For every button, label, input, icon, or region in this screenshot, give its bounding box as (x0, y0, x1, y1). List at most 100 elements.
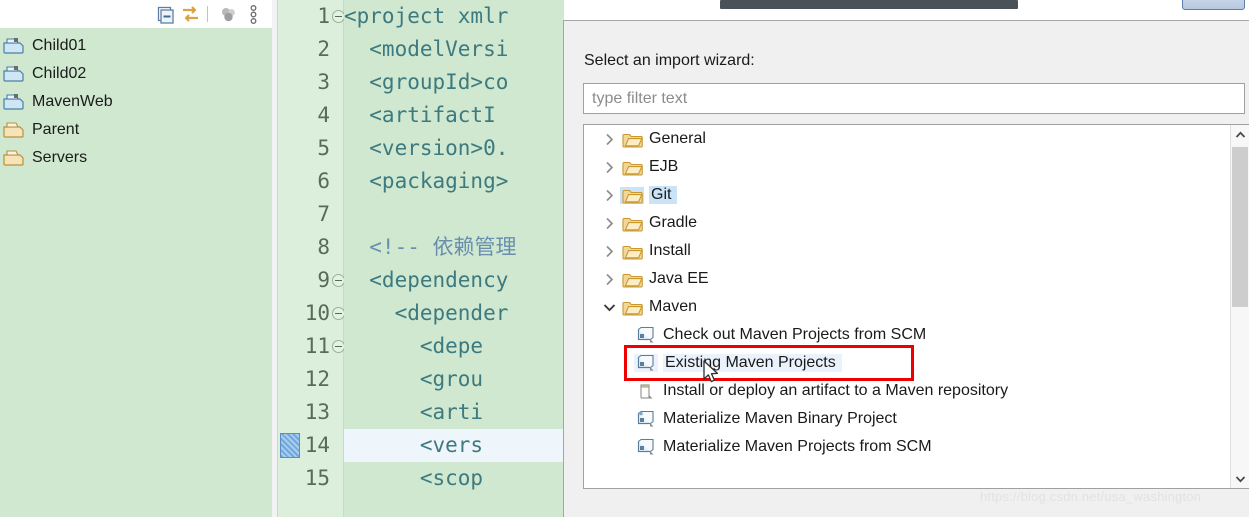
chevron-right-icon[interactable] (598, 217, 620, 230)
wizard-tree-item[interactable]: Existing Maven Projects (584, 349, 1230, 377)
wizard-tree-panel[interactable]: General EJB Git Gradle Install Java EE Maven Ch… (583, 124, 1249, 489)
code-line[interactable]: <groupId>co (344, 66, 564, 99)
project-label: Child02 (32, 65, 87, 82)
wizard-tree-item[interactable]: Materialize Maven Projects from SCM (584, 433, 1230, 461)
filter-icon[interactable] (217, 3, 239, 25)
gutter-row[interactable]: 5 (278, 132, 343, 165)
pom-xml-editor[interactable]: 1 2 3 4 5 6 7 8 9 10 11 12 13 14 15 <project xmlr <mod… (272, 0, 564, 517)
view-menu-icon[interactable] (242, 3, 264, 25)
wizard-tree-item-label: Install (649, 242, 691, 259)
dialog-top-button[interactable] (1182, 0, 1245, 10)
wizard-tree[interactable]: General EJB Git Gradle Install Java EE Maven Ch… (584, 125, 1230, 488)
gutter-row[interactable]: 15 (278, 462, 343, 495)
wizard-tree-item[interactable]: Java EE (584, 265, 1230, 293)
toolbar-separator (207, 6, 208, 22)
wizard-tree-item[interactable]: Git (584, 181, 1230, 209)
wizard-tree-item[interactable]: Check out Maven Projects from SCM (584, 321, 1230, 349)
maven-binary-icon (634, 410, 658, 428)
line-number: 9 (317, 268, 330, 292)
line-number: 13 (304, 400, 330, 424)
gutter-row[interactable]: 14 (278, 429, 343, 462)
line-number: 10 (304, 301, 330, 325)
code-line[interactable]: <project xmlr (344, 0, 564, 33)
code-line[interactable]: <depe (344, 330, 564, 363)
code-line[interactable]: <scop (344, 462, 564, 495)
code-line[interactable]: <depender (344, 297, 564, 330)
code-text: <!-- 依赖管理 (344, 235, 517, 259)
wizard-tree-item[interactable]: Install or deploy an artifact to a Maven… (584, 377, 1230, 405)
line-number: 7 (317, 202, 330, 226)
maven-project-icon (2, 64, 26, 84)
code-line[interactable]: <arti (344, 396, 564, 429)
chevron-right-icon[interactable] (598, 161, 620, 174)
gutter-row[interactable]: 2 (278, 33, 343, 66)
line-number: 1 (317, 4, 330, 28)
gutter-row[interactable]: 11 (278, 330, 345, 363)
code-text: <scop (344, 466, 484, 490)
wizard-tree-item[interactable]: Gradle (584, 209, 1230, 237)
chevron-right-icon[interactable] (598, 273, 620, 286)
code-line[interactable]: <artifactI (344, 99, 564, 132)
project-item-parent[interactable]: Parent (0, 116, 272, 144)
gutter-row[interactable]: 3 (278, 66, 343, 99)
code-line[interactable]: <packaging> (344, 165, 564, 198)
wizard-tree-item-label: Materialize Maven Projects from SCM (663, 438, 932, 455)
editor-code-area[interactable]: <project xmlr <modelVersi <groupId>co <a… (344, 0, 564, 517)
scrollbar-thumb[interactable] (1232, 147, 1248, 307)
gutter-row[interactable]: 1 (278, 0, 345, 33)
link-with-editor-icon[interactable] (179, 3, 201, 25)
scroll-down-arrow[interactable] (1231, 469, 1249, 488)
editor-gutter[interactable]: 1 2 3 4 5 6 7 8 9 10 11 12 13 14 15 (278, 0, 345, 517)
collapse-all-icon[interactable] (154, 3, 176, 25)
wizard-tree-item-label: Check out Maven Projects from SCM (663, 326, 927, 343)
line-number: 5 (317, 136, 330, 160)
folder-project-icon (2, 148, 26, 168)
line-number: 2 (317, 37, 330, 61)
code-line[interactable]: <vers (344, 429, 564, 462)
gutter-row[interactable]: 8 (278, 231, 343, 264)
wizard-tree-item[interactable]: General (584, 125, 1230, 153)
project-item-mavenweb[interactable]: MavenWeb (0, 88, 272, 116)
line-number: 6 (317, 169, 330, 193)
wizard-tree-item-label: Existing Maven Projects (663, 354, 842, 372)
wizard-tree-item[interactable]: Maven (584, 293, 1230, 321)
scroll-up-arrow[interactable] (1231, 125, 1249, 144)
code-line[interactable] (344, 198, 564, 231)
wizard-tree-item[interactable]: EJB (584, 153, 1230, 181)
code-line[interactable]: <!-- 依赖管理 (344, 231, 564, 264)
wizard-tree-item[interactable]: Materialize Maven Binary Project (584, 405, 1230, 433)
folder-icon (620, 299, 644, 316)
explorer-toolbar (0, 0, 272, 28)
gutter-row[interactable]: 10 (278, 297, 345, 330)
code-line[interactable]: <version>0. (344, 132, 564, 165)
chevron-right-icon[interactable] (598, 133, 620, 146)
wizard-tree-item[interactable]: Install (584, 237, 1230, 265)
folder-icon (620, 215, 644, 232)
wizard-tree-item-label: EJB (649, 158, 679, 175)
project-item-child01[interactable]: Child01 (0, 32, 272, 60)
chevron-right-icon[interactable] (598, 189, 620, 202)
chevron-right-icon[interactable] (598, 245, 620, 258)
project-list[interactable]: Child01 Child02 MavenWeb Parent Servers (0, 28, 272, 517)
chevron-down-icon[interactable] (598, 303, 620, 312)
wizard-tree-item-label: Java EE (649, 270, 709, 287)
maven-artifact-icon (634, 382, 658, 400)
wizard-tree-item-label: General (649, 130, 706, 147)
gutter-row[interactable]: 9 (278, 264, 345, 297)
focused-text-field[interactable] (720, 0, 1018, 9)
project-item-servers[interactable]: Servers (0, 144, 272, 172)
filter-text-input[interactable]: type filter text (583, 83, 1245, 114)
code-text: <grou (344, 367, 484, 391)
code-line[interactable]: <grou (344, 363, 564, 396)
gutter-row[interactable]: 7 (278, 198, 343, 231)
maven-project-icon (2, 36, 26, 56)
gutter-row[interactable]: 13 (278, 396, 343, 429)
tree-vertical-scrollbar[interactable] (1230, 125, 1249, 488)
project-item-child02[interactable]: Child02 (0, 60, 272, 88)
gutter-row[interactable]: 6 (278, 165, 343, 198)
code-line[interactable]: <dependency (344, 264, 564, 297)
code-line[interactable]: <modelVersi (344, 33, 564, 66)
line-number: 11 (304, 334, 330, 358)
gutter-row[interactable]: 12 (278, 363, 343, 396)
gutter-row[interactable]: 4 (278, 99, 343, 132)
